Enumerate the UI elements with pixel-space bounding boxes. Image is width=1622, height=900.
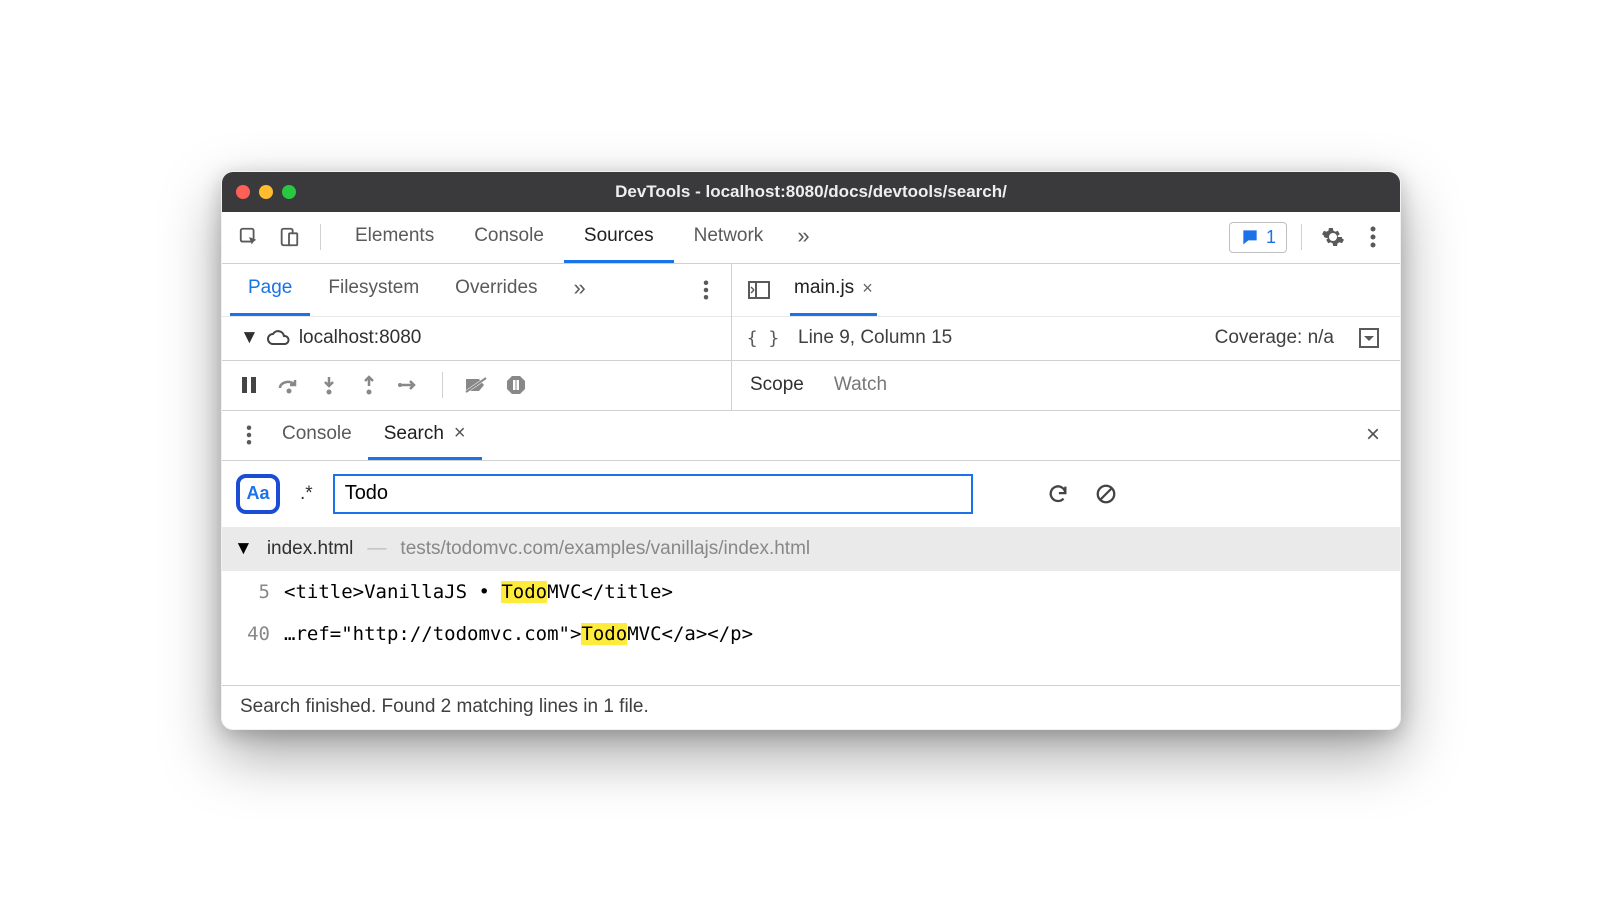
devtools-window: DevTools - localhost:8080/docs/devtools/… [221, 171, 1401, 730]
editor-status: { } Line 9, Column 15 Coverage: n/a [732, 316, 1400, 360]
divider [442, 372, 443, 398]
pause-icon[interactable] [234, 370, 264, 400]
sources-panels: Page Filesystem Overrides » ▼ localhost:… [222, 264, 1400, 361]
feedback-count: 1 [1266, 227, 1276, 248]
search-input[interactable] [333, 474, 973, 514]
cloud-icon [265, 328, 291, 348]
result-filepath: tests/todomvc.com/examples/vanillajs/ind… [400, 538, 810, 560]
navigator-pane: Page Filesystem Overrides » ▼ localhost:… [222, 264, 732, 360]
deactivate-breakpoints-icon[interactable] [461, 370, 491, 400]
tab-watch[interactable]: Watch [834, 374, 887, 396]
result-line[interactable]: 40 …ref="http://todomvc.com">TodoMVC</a>… [222, 613, 1400, 655]
match-highlight: Todo [581, 623, 627, 645]
tree-host-row[interactable]: ▼ localhost:8080 [222, 316, 731, 360]
maximize-window-button[interactable] [282, 185, 296, 199]
coverage-label: Coverage: n/a [1215, 327, 1334, 349]
tab-sources[interactable]: Sources [564, 212, 674, 263]
close-tab-icon[interactable]: × [862, 278, 873, 299]
drawer-tabs: Console Search × × [222, 411, 1400, 461]
regex-button[interactable]: .* [294, 483, 319, 505]
tab-console[interactable]: Console [454, 212, 564, 263]
minimize-window-button[interactable] [259, 185, 273, 199]
result-text: <title>VanillaJS • TodoMVC</title> [284, 581, 673, 603]
nav-tab-overflow-icon[interactable]: » [556, 264, 604, 316]
file-tabs: main.js × [732, 264, 1400, 316]
match-highlight: Todo [501, 581, 547, 603]
result-text: …ref="http://todomvc.com">TodoMVC</a></p… [284, 623, 753, 645]
drawer-tab-console[interactable]: Console [266, 411, 368, 460]
traffic-lights [236, 185, 296, 199]
clear-search-icon[interactable] [1089, 477, 1123, 511]
nav-tab-overrides[interactable]: Overrides [437, 264, 555, 316]
coverage-dropdown-icon[interactable] [1352, 321, 1386, 355]
close-drawer-tab-icon[interactable]: × [454, 422, 466, 445]
more-menu-icon[interactable] [1356, 220, 1390, 254]
debugger-controls [222, 361, 732, 410]
divider [320, 224, 321, 250]
titlebar: DevTools - localhost:8080/docs/devtools/… [222, 172, 1400, 212]
window-title: DevTools - localhost:8080/docs/devtools/… [222, 182, 1400, 202]
tree-host-label: localhost:8080 [299, 327, 422, 349]
result-line[interactable]: 5 <title>VanillaJS • TodoMVC</title> [222, 571, 1400, 613]
toggle-navigator-icon[interactable] [742, 273, 776, 307]
pause-on-exceptions-icon[interactable] [501, 370, 531, 400]
drawer-tab-search[interactable]: Search × [368, 411, 482, 460]
pretty-print-icon[interactable]: { } [746, 321, 780, 355]
disclosure-triangle-icon: ▼ [234, 538, 253, 560]
step-over-icon[interactable] [274, 370, 304, 400]
main-toolbar: Elements Console Sources Network » 1 [222, 212, 1400, 264]
divider [1301, 224, 1302, 250]
search-toolbar: Aa .* [222, 461, 1400, 527]
main-tabs: Elements Console Sources Network » [335, 212, 824, 263]
inspect-element-icon[interactable] [232, 220, 266, 254]
tab-elements[interactable]: Elements [335, 212, 454, 263]
close-drawer-icon[interactable]: × [1356, 418, 1390, 452]
step-into-icon[interactable] [314, 370, 344, 400]
debugger-toolbar: Scope Watch [222, 361, 1400, 411]
settings-icon[interactable] [1316, 220, 1350, 254]
navigator-more-icon[interactable] [689, 273, 723, 307]
nav-tab-filesystem[interactable]: Filesystem [310, 264, 437, 316]
tab-network[interactable]: Network [674, 212, 784, 263]
step-icon[interactable] [394, 370, 424, 400]
cursor-position: Line 9, Column 15 [798, 327, 952, 349]
device-toolbar-icon[interactable] [272, 220, 306, 254]
close-window-button[interactable] [236, 185, 250, 199]
drawer-more-icon[interactable] [232, 418, 266, 452]
line-number: 40 [240, 623, 270, 645]
result-file-header[interactable]: ▼ index.html — tests/todomvc.com/example… [222, 527, 1400, 571]
search-status: Search finished. Found 2 matching lines … [222, 685, 1400, 729]
file-tab-main-js[interactable]: main.js × [790, 264, 877, 316]
editor-pane: main.js × { } Line 9, Column 15 Coverage… [732, 264, 1400, 360]
nav-tab-page[interactable]: Page [230, 264, 310, 316]
tab-scope[interactable]: Scope [750, 374, 804, 396]
result-filename: index.html [267, 538, 354, 560]
feedback-button[interactable]: 1 [1229, 222, 1287, 253]
step-out-icon[interactable] [354, 370, 384, 400]
disclosure-triangle-icon: ▼ [240, 327, 259, 349]
drawer-tab-label: Search [384, 423, 444, 445]
refresh-search-icon[interactable] [1041, 477, 1075, 511]
tab-overflow-icon[interactable]: » [783, 212, 823, 263]
navigator-tabs: Page Filesystem Overrides » [222, 264, 731, 316]
line-number: 5 [240, 581, 270, 603]
match-case-button[interactable]: Aa [236, 474, 280, 514]
result-dash: — [367, 538, 386, 560]
file-tab-label: main.js [794, 277, 854, 299]
debug-sidebar-tabs: Scope Watch [732, 361, 1400, 410]
